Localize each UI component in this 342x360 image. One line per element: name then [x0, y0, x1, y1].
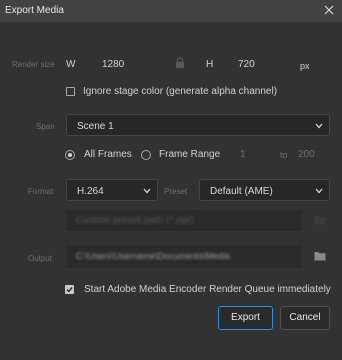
range-to-label: to — [280, 150, 288, 160]
start-ame-checkbox[interactable] — [65, 285, 74, 294]
chevron-down-icon — [315, 123, 323, 129]
all-frames-radio[interactable] — [65, 150, 75, 160]
span-label: Span — [36, 122, 55, 131]
checkmark-icon — [66, 287, 73, 293]
format-select[interactable]: H.264 — [66, 179, 158, 201]
export-button[interactable]: Export — [218, 306, 273, 330]
output-label: Output — [28, 254, 53, 263]
folder-icon[interactable] — [314, 251, 326, 261]
span-value: Scene 1 — [77, 121, 114, 132]
range-from-input[interactable]: 1 — [240, 149, 246, 160]
preset-label: Preset — [164, 187, 188, 196]
range-to-input[interactable]: 200 — [298, 149, 315, 160]
ignore-stage-color-label[interactable]: Ignore stage color (generate alpha chann… — [83, 86, 277, 97]
custom-preset-field[interactable]: Custom preset path (*.epr) — [66, 210, 302, 231]
preset-value: Default (AME) — [210, 186, 273, 197]
height-input[interactable]: 720 — [238, 59, 255, 70]
preset-select[interactable]: Default (AME) — [199, 179, 330, 201]
output-path: C:\Users\Username\Documents\Media — [76, 251, 231, 261]
format-label: Format — [28, 187, 54, 196]
window-title: Export Media — [5, 5, 64, 16]
frame-range-radio[interactable] — [141, 150, 151, 160]
width-label: W — [66, 59, 76, 70]
cancel-button[interactable]: Cancel — [280, 306, 330, 330]
lock-icon[interactable] — [175, 57, 185, 69]
custom-preset-placeholder: Custom preset path (*.epr) — [76, 215, 194, 226]
frame-range-label[interactable]: Frame Range — [159, 149, 220, 160]
all-frames-label[interactable]: All Frames — [84, 149, 132, 160]
unit-label: px — [300, 61, 310, 71]
render-size-label: Render size — [12, 60, 55, 69]
close-icon[interactable] — [322, 3, 336, 17]
folder-icon[interactable] — [314, 215, 326, 225]
output-field[interactable]: C:\Users\Username\Documents\Media — [66, 245, 302, 268]
height-label: H — [206, 59, 214, 70]
span-select[interactable]: Scene 1 — [66, 114, 330, 136]
width-input[interactable]: 1280 — [102, 59, 124, 70]
chevron-down-icon — [315, 188, 323, 194]
title-bar: Export Media — [0, 0, 342, 22]
ignore-stage-color-checkbox[interactable] — [66, 87, 75, 96]
format-value: H.264 — [77, 186, 104, 197]
chevron-down-icon — [143, 188, 151, 194]
start-ame-label[interactable]: Start Adobe Media Encoder Render Queue i… — [84, 284, 331, 295]
